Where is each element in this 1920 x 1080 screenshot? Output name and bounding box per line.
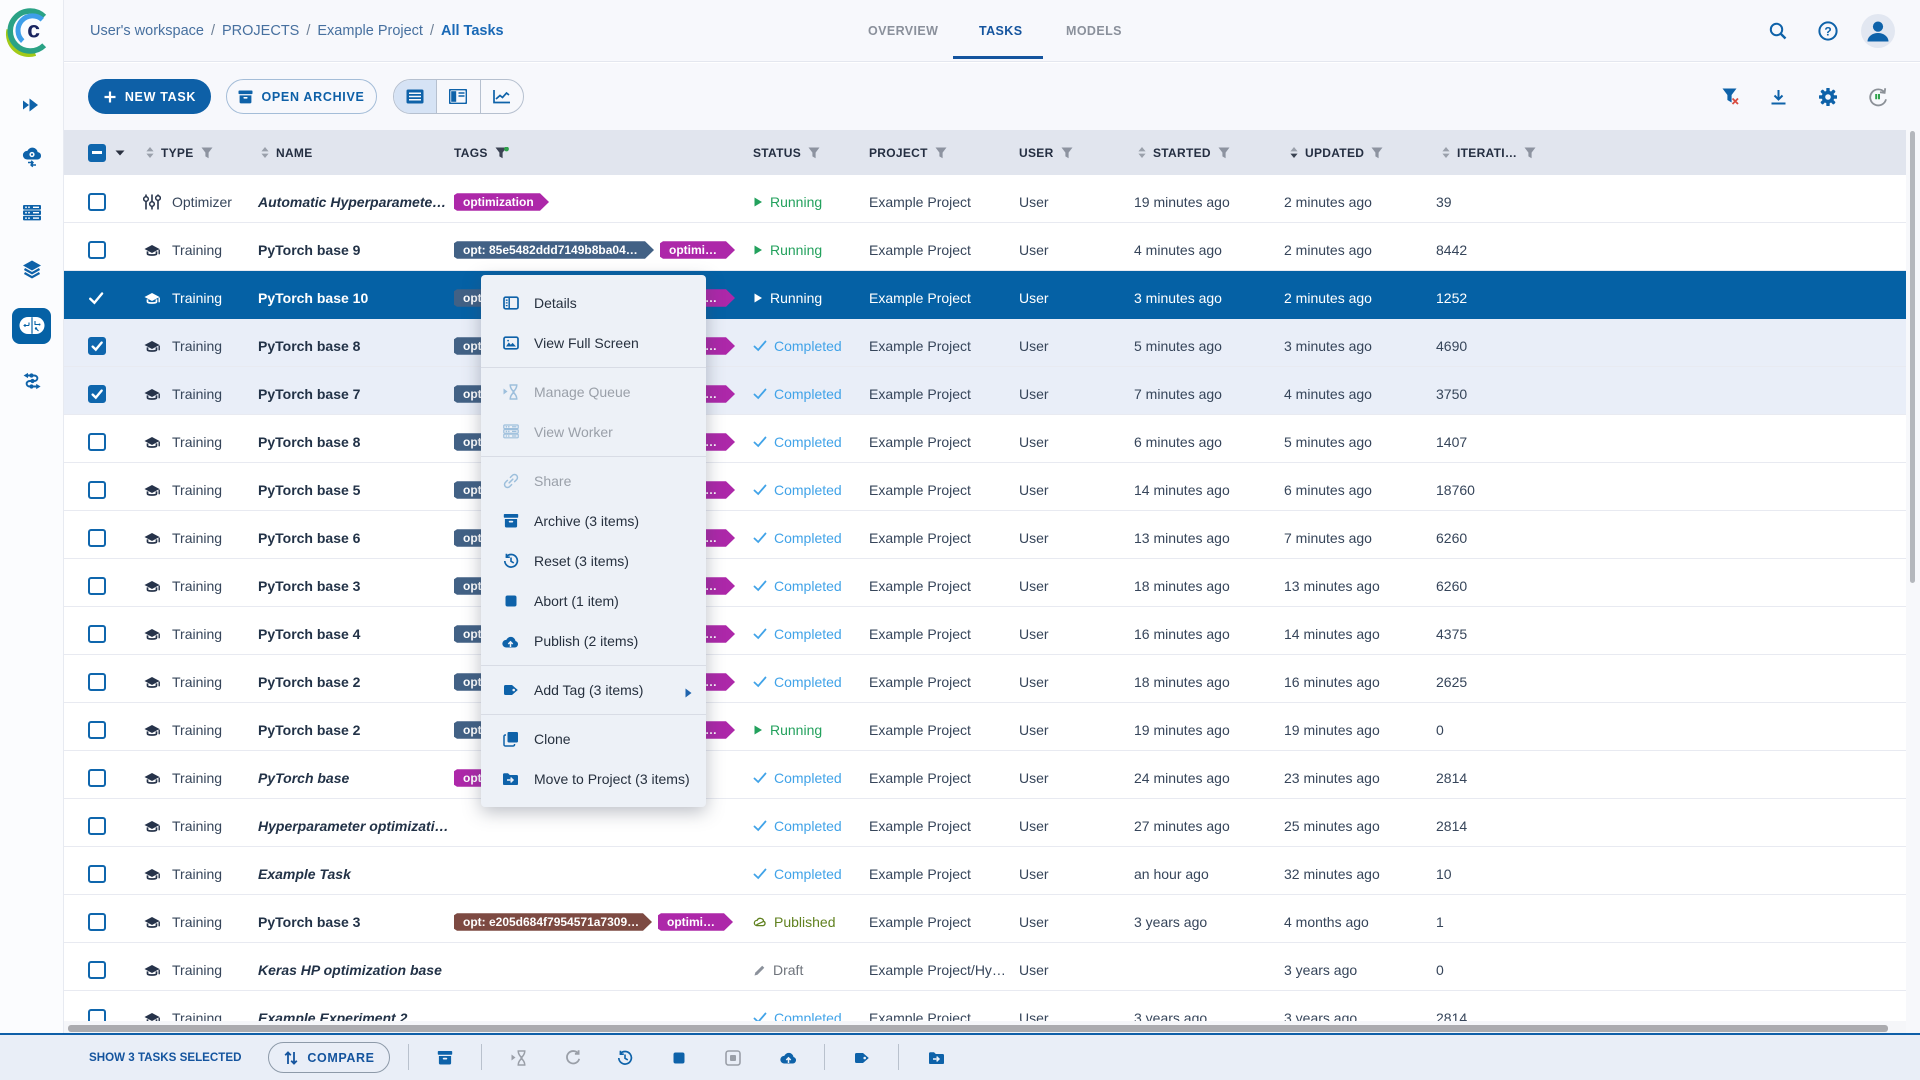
svg-text:?: ? <box>1824 24 1831 38</box>
svg-text:c: c <box>27 17 40 43</box>
